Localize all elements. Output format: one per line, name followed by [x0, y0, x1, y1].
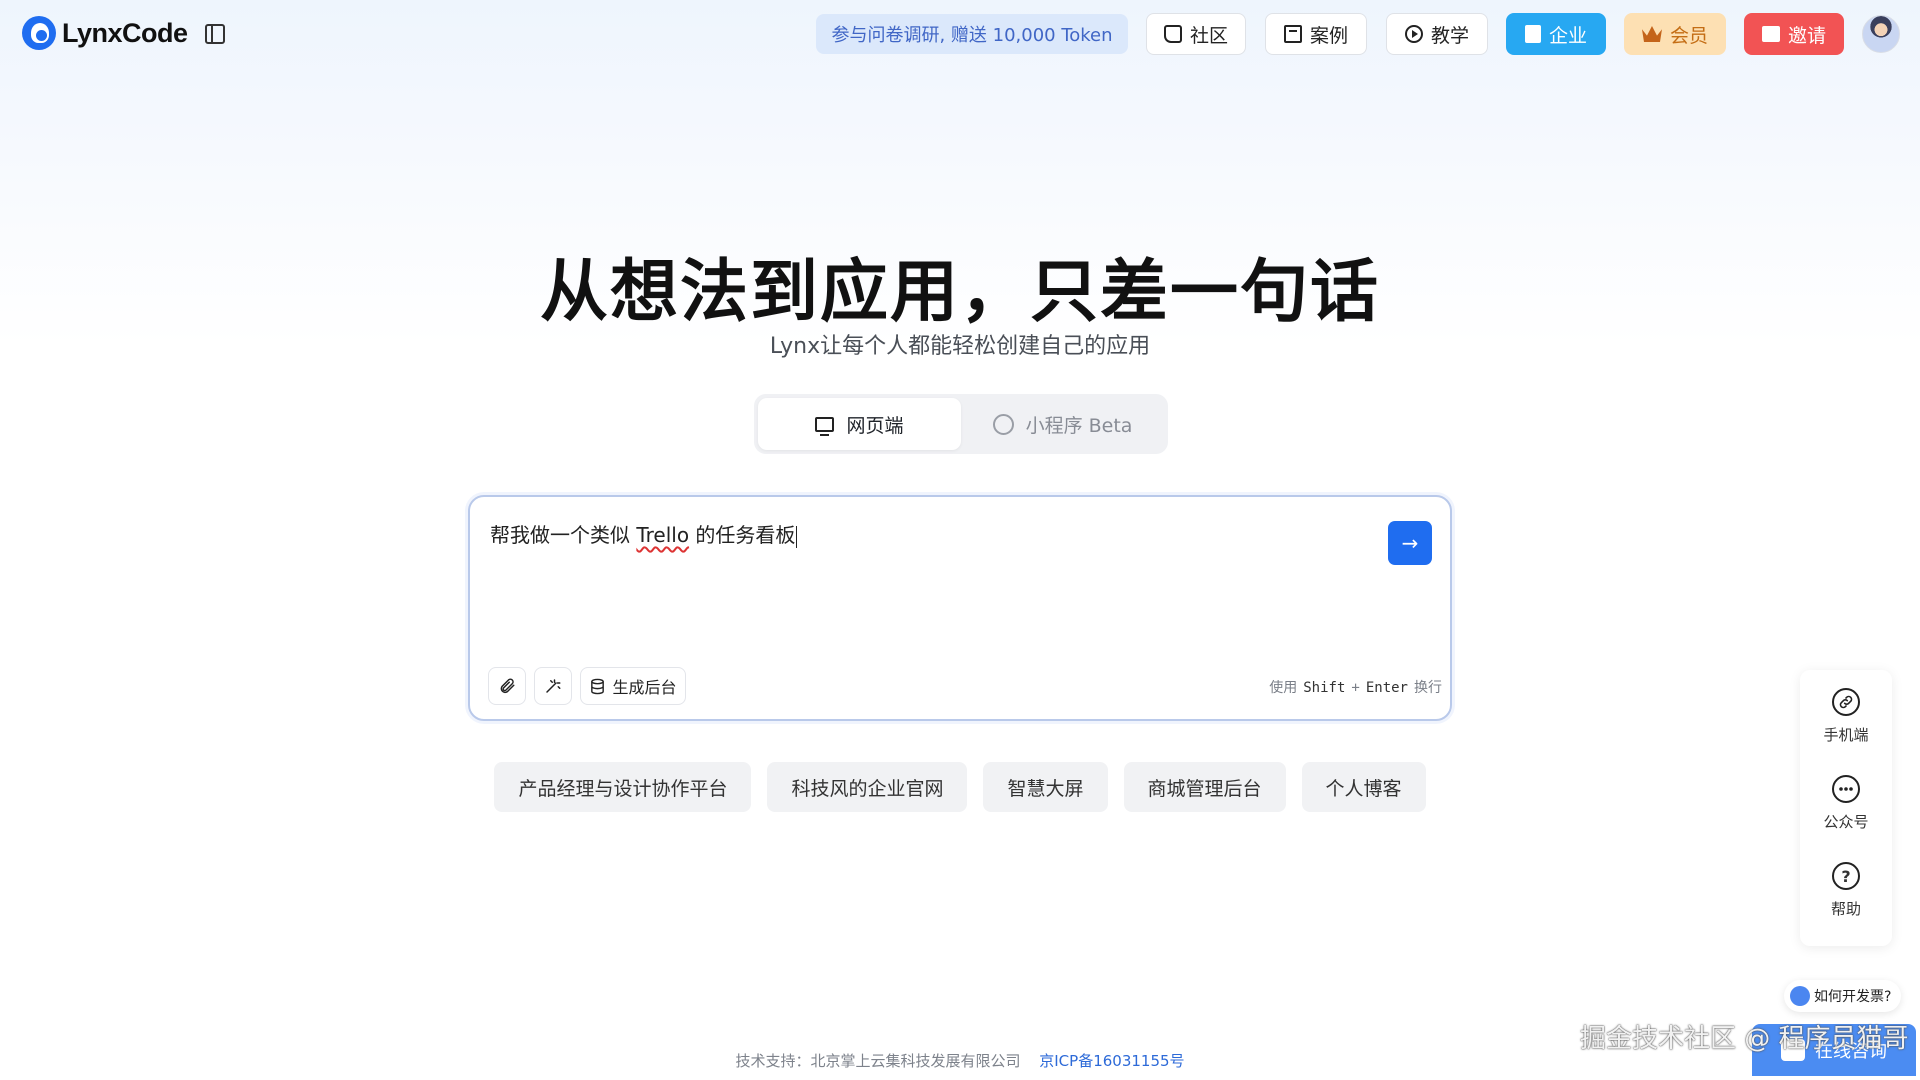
invoice-tip-label: 如何开发票? — [1814, 989, 1892, 1005]
attach-button[interactable] — [488, 667, 526, 705]
suggestion-chip[interactable]: 产品经理与设计协作平台 — [494, 762, 752, 812]
sidebar-toggle-icon[interactable] — [205, 24, 225, 44]
prompt-text-start: 帮我做一个类似 — [490, 523, 637, 547]
chat-dots — [1839, 787, 1853, 791]
prompt-text-end: 的任务看板 — [689, 523, 796, 547]
prompt-text[interactable]: 帮我做一个类似 Trello 的任务看板 — [490, 519, 798, 548]
generate-backend-label: 生成后台 — [612, 678, 677, 697]
invoice-tip[interactable]: 如何开发票? — [1784, 980, 1902, 1012]
help-entry[interactable]: ? 帮助 — [1831, 862, 1861, 919]
suggestion-chip[interactable]: 个人博客 — [1301, 762, 1426, 812]
footer-support: 技术支持：北京掌上云集科技发展有限公司 — [735, 1052, 1021, 1070]
link-icon — [1831, 688, 1860, 716]
building-icon — [1524, 25, 1541, 43]
database-icon — [591, 678, 605, 694]
invite-label: 邀请 — [1787, 24, 1826, 47]
miniprogram-icon — [992, 413, 1014, 435]
enterprise-button[interactable]: 企业 — [1506, 13, 1606, 55]
community-label: 社区 — [1189, 24, 1228, 47]
newline-hint: 使用 Shift + Enter 换行 — [1269, 677, 1442, 697]
tab-miniprogram-label: 小程序 Beta — [1025, 414, 1133, 437]
side-panel: 手机端 公众号 ? 帮助 — [1800, 670, 1892, 946]
magic-wand-icon — [546, 679, 561, 693]
generate-backend-button[interactable]: 生成后台 — [580, 667, 686, 705]
prompt-text-word: Trello — [636, 523, 690, 547]
question-icon: ? — [1831, 862, 1860, 890]
icp-link[interactable]: 京ICP备16031155号 — [1039, 1052, 1184, 1070]
monitor-icon — [815, 416, 835, 436]
hint-plus: + — [1351, 680, 1360, 696]
hint-shift-key: Shift — [1303, 680, 1346, 696]
user-avatar[interactable] — [1862, 15, 1900, 53]
paperclip-icon — [500, 678, 515, 694]
member-label: 会员 — [1669, 24, 1708, 47]
tutorial-label: 教学 — [1430, 24, 1469, 47]
hint-use: 使用 — [1269, 680, 1298, 696]
hint-enter-key: Enter — [1365, 680, 1408, 696]
chat-bubble-icon — [1831, 775, 1860, 803]
survey-banner[interactable]: 参与问卷调研, 赠送 10,000 Token — [816, 14, 1128, 54]
suggestion-chip[interactable]: 智慧大屏 — [983, 762, 1108, 812]
tutorial-button[interactable]: 教学 — [1386, 13, 1488, 55]
lynx-logo-icon — [22, 16, 56, 50]
hint-newline: 换行 — [1414, 680, 1442, 696]
prompt-input[interactable]: 帮我做一个类似 Trello 的任务看板 → 生成后台 使用 Shift + Ente… — [468, 495, 1452, 721]
suggestion-list: 产品经理与设计协作平台 科技风的企业官网 智慧大屏 商城管理后台 个人博客 — [0, 762, 1920, 812]
cases-button[interactable]: 案例 — [1265, 13, 1367, 55]
top-bar: LynxCode 参与问卷调研, 赠送 10,000 Token 社区 案例 教… — [0, 0, 1920, 68]
text-caret — [796, 525, 798, 548]
help-label: 帮助 — [1830, 900, 1861, 918]
magic-enhance-button[interactable] — [534, 667, 572, 705]
brand-name: LynxCode — [62, 17, 188, 48]
play-icon — [1404, 25, 1423, 43]
community-icon — [1163, 25, 1182, 43]
community-button[interactable]: 社区 — [1146, 13, 1246, 55]
bookmark-icon — [1283, 25, 1302, 43]
chat-icon — [1790, 986, 1810, 1006]
send-button[interactable]: → — [1388, 521, 1432, 565]
official-account-label: 公众号 — [1823, 813, 1869, 831]
mobile-entry[interactable]: 手机端 — [1823, 688, 1869, 745]
cases-label: 案例 — [1309, 24, 1348, 47]
brand-logo[interactable]: LynxCode — [22, 16, 188, 50]
hero-subtitle: Lynx让每个人都能轻松创建自己的应用 — [769, 334, 1151, 359]
enterprise-label: 企业 — [1548, 24, 1587, 47]
arrow-right-icon: → — [1401, 531, 1419, 555]
mobile-label: 手机端 — [1823, 726, 1869, 744]
suggestion-chip[interactable]: 科技风的企业官网 — [767, 762, 968, 812]
link-glyph — [1839, 695, 1853, 709]
tab-web-label: 网页端 — [846, 414, 904, 437]
member-button[interactable]: 会员 — [1624, 13, 1726, 55]
platform-switch: 网页端 小程序 Beta — [754, 394, 1168, 454]
gift-icon — [1761, 26, 1780, 42]
crown-icon — [1641, 26, 1662, 42]
official-account-entry[interactable]: 公众号 — [1823, 775, 1869, 832]
footer: 技术支持：北京掌上云集科技发展有限公司 京ICP备16031155号 — [0, 1050, 1920, 1071]
tab-miniprogram[interactable]: 小程序 Beta — [961, 398, 1164, 450]
suggestion-chip[interactable]: 商城管理后台 — [1123, 762, 1286, 812]
tab-web[interactable]: 网页端 — [758, 398, 961, 450]
hero-title: 从想法到应用，只差一句话 — [539, 253, 1380, 332]
invite-button[interactable]: 邀请 — [1744, 13, 1844, 55]
